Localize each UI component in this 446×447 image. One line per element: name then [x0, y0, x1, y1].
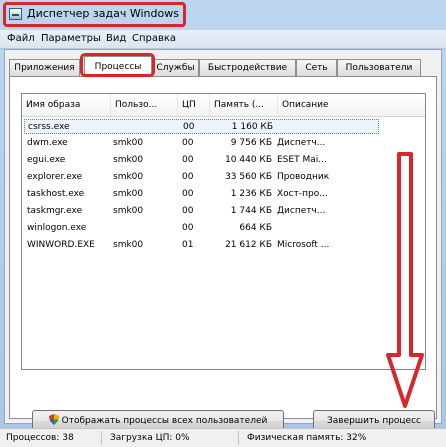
tab-highlight-annotation	[80, 53, 155, 77]
task-manager-window: Диспетчер задач Windows Файл Параметры В…	[0, 0, 446, 447]
process-user: smk00	[113, 172, 144, 182]
status-physical-memory: Физическая память: 32%	[247, 433, 367, 443]
status-process-count: Процессов: 38	[6, 433, 74, 443]
list-header: Имя образа Пользо... ЦП Память (... Опис…	[22, 94, 425, 117]
process-user: smk00	[113, 155, 144, 165]
status-divider	[238, 431, 239, 445]
menu-view[interactable]: Вид	[106, 33, 126, 44]
process-user: smk00	[113, 189, 144, 199]
process-description: Проводник	[277, 172, 330, 182]
process-description: Microsoft ...	[277, 240, 330, 250]
column-memory[interactable]: Память (...	[210, 94, 278, 116]
process-user: smk00	[113, 206, 144, 216]
process-memory: 1 744 КБ	[230, 206, 272, 216]
tab-services[interactable]: Службы	[152, 59, 199, 76]
process-cpu: 01	[182, 240, 194, 250]
process-row[interactable]: dwm.exe smk00 00 9 756 КБ Диспетч...	[24, 136, 379, 151]
process-cpu: 00	[182, 206, 194, 216]
process-description: ESET Mai...	[277, 155, 327, 165]
process-cpu: 00	[182, 189, 194, 199]
process-description: Хост-про...	[277, 189, 328, 199]
process-row[interactable]: csrss.exe 00 1 160 КБ	[24, 119, 379, 134]
process-name: egui.exe	[27, 155, 66, 165]
process-row[interactable]: egui.exe smk00 00 10 440 КБ ESET Mai...	[24, 153, 379, 168]
tab-performance[interactable]: Быстродействие	[199, 59, 296, 76]
tab-applications[interactable]: Приложения	[9, 59, 80, 76]
process-list[interactable]: Имя образа Пользо... ЦП Память (... Опис…	[21, 93, 426, 370]
column-description[interactable]: Описание	[278, 94, 425, 116]
process-cpu: 00	[182, 172, 194, 182]
column-cpu[interactable]: ЦП	[178, 94, 210, 116]
process-description	[278, 120, 378, 135]
process-memory: 21 612 КБ	[225, 240, 272, 250]
process-description	[277, 221, 377, 236]
process-cpu: 00	[182, 223, 194, 233]
process-name: WINWORD.EXE	[27, 240, 95, 250]
menu-help[interactable]: Справка	[132, 33, 176, 44]
process-user	[113, 221, 175, 236]
process-name: explorer.exe	[27, 172, 83, 182]
process-user: smk00	[113, 240, 144, 250]
column-user[interactable]: Пользо...	[111, 94, 178, 116]
process-row[interactable]: taskhost.exe smk00 00 1 236 КБ Хост-про.…	[24, 187, 379, 202]
process-user	[114, 120, 176, 135]
menu-file[interactable]: Файл	[7, 33, 35, 44]
main-area: Приложения Процессы Службы Быстродействи…	[4, 49, 442, 432]
process-name: taskhost.exe	[27, 189, 85, 199]
show-all-users-label: Отображать процессы всех пользователей	[61, 416, 268, 426]
shield-icon	[48, 413, 59, 425]
menu-options[interactable]: Параметры	[41, 33, 101, 44]
process-memory: 33 560 КБ	[225, 172, 272, 182]
process-description: Диспетч...	[277, 138, 326, 148]
title-bar[interactable]: Диспетчер задач Windows	[0, 0, 446, 30]
down-arrow-annotation	[386, 152, 424, 408]
process-name: taskmgr.exe	[27, 206, 83, 216]
tab-users[interactable]: Пользователи	[337, 59, 421, 76]
process-memory: 9 756 КБ	[230, 138, 272, 148]
process-row[interactable]: explorer.exe smk00 00 33 560 КБ Проводни…	[24, 170, 379, 185]
status-cpu-usage: Загрузка ЦП: 0%	[110, 433, 190, 443]
process-memory: 1 236 КБ	[230, 189, 272, 199]
process-cpu: 00	[183, 122, 195, 132]
status-bar: Процессов: 38 Загрузка ЦП: 0% Физическая…	[0, 428, 446, 447]
process-cpu: 00	[182, 138, 194, 148]
process-row[interactable]: taskmgr.exe smk00 00 1 744 КБ Диспетч...	[24, 204, 379, 219]
process-memory: 664 КБ	[239, 223, 272, 233]
title-highlight-annotation	[3, 2, 186, 27]
menu-bar: Файл Параметры Вид Справка	[0, 30, 446, 49]
process-row[interactable]: winlogon.exe 00 664 КБ	[24, 221, 379, 236]
process-row[interactable]: WINWORD.EXE smk00 01 21 612 КБ Microsoft…	[24, 238, 379, 253]
column-image-name[interactable]: Имя образа	[22, 94, 111, 116]
process-cpu: 00	[182, 155, 194, 165]
process-user: smk00	[113, 138, 144, 148]
status-divider	[101, 431, 102, 445]
process-name: csrss.exe	[28, 122, 70, 132]
process-name: dwm.exe	[27, 138, 68, 148]
process-name: winlogon.exe	[27, 223, 87, 233]
process-memory: 1 160 КБ	[231, 122, 273, 132]
tab-network[interactable]: Сеть	[296, 59, 337, 76]
process-description: Диспетч...	[277, 206, 326, 216]
processes-panel: Имя образа Пользо... ЦП Память (... Опис…	[9, 76, 437, 432]
process-memory: 10 440 КБ	[225, 155, 272, 165]
